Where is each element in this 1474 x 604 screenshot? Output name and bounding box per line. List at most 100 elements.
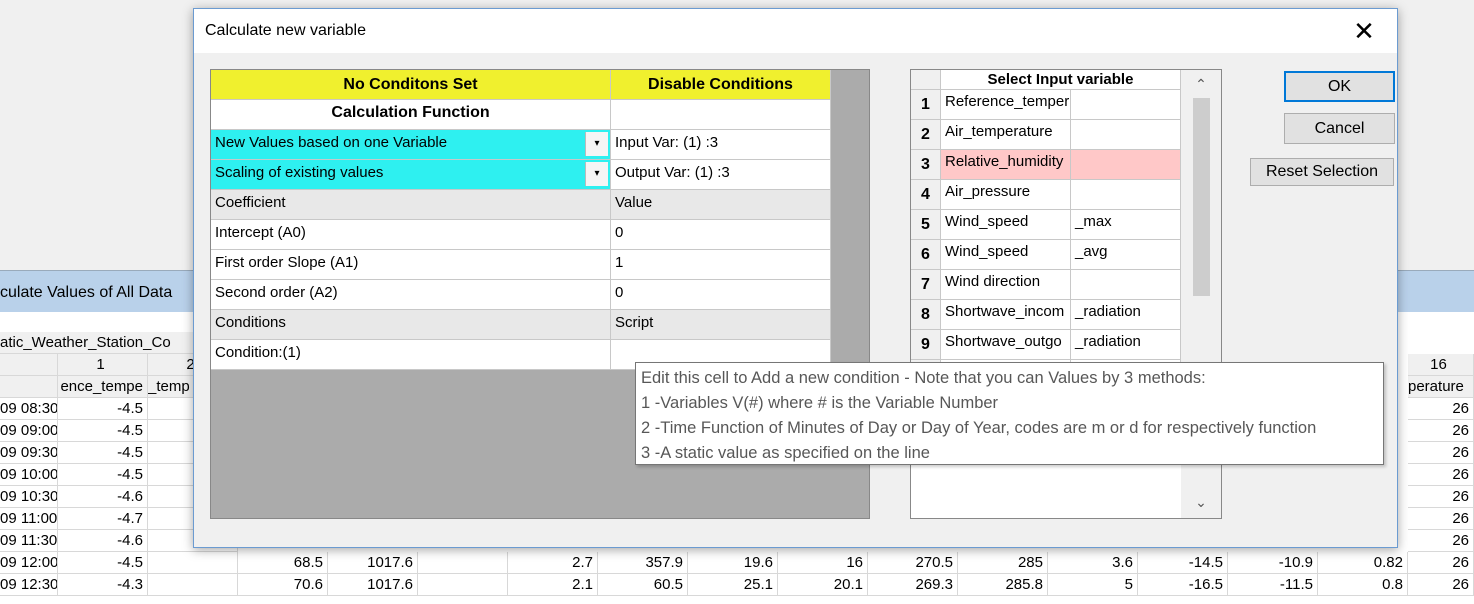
variable-number: 7 bbox=[911, 270, 941, 300]
variable-suffix[interactable]: _avg bbox=[1071, 240, 1181, 270]
row-value: 2.1 bbox=[508, 574, 598, 596]
variable-suffix[interactable] bbox=[1071, 270, 1181, 300]
conditions-status-header[interactable]: No Conditons Set bbox=[211, 70, 611, 100]
variable-name[interactable]: Reference_temper bbox=[941, 90, 1071, 120]
variable-suffix[interactable] bbox=[1071, 90, 1181, 120]
calculation-function-label: Calculation Function bbox=[211, 100, 611, 130]
variable-suffix[interactable] bbox=[1071, 150, 1181, 180]
variable-name[interactable]: Wind_speed bbox=[941, 240, 1071, 270]
variable-suffix[interactable] bbox=[1071, 180, 1181, 210]
variable-number: 2 bbox=[911, 120, 941, 150]
row-value: 26 bbox=[1408, 442, 1474, 464]
scroll-up-icon[interactable]: ⌃ bbox=[1191, 76, 1211, 96]
row-value: -16.5 bbox=[1138, 574, 1228, 596]
row-value: 26 bbox=[1408, 552, 1474, 574]
row-value: -4.3 bbox=[58, 574, 148, 596]
background-window-title: culate Values of All Data bbox=[0, 284, 173, 301]
row-value bbox=[148, 552, 238, 574]
variable-number: 6 bbox=[911, 240, 941, 270]
reset-selection-button[interactable]: Reset Selection bbox=[1250, 158, 1394, 186]
row-value: -4.6 bbox=[58, 530, 148, 552]
row-value: -4.7 bbox=[58, 508, 148, 530]
variable-number: 4 bbox=[911, 180, 941, 210]
dialog-title: Calculate new variable bbox=[205, 22, 366, 39]
condition-help-tooltip: Edit this cell to Add a new condition - … bbox=[635, 362, 1384, 465]
variable-name[interactable]: Wind direction bbox=[941, 270, 1071, 300]
script-header: Script bbox=[611, 310, 831, 340]
row-value: 0.8 bbox=[1318, 574, 1408, 596]
row-value: -4.6 bbox=[58, 486, 148, 508]
chevron-down-icon[interactable]: ▾ bbox=[585, 132, 608, 156]
row-value: 270.5 bbox=[868, 552, 958, 574]
row-value: 26 bbox=[1408, 508, 1474, 530]
row-value: 5 bbox=[1048, 574, 1138, 596]
coefficient-name: First order Slope (A1) bbox=[211, 250, 611, 280]
variable-number: 5 bbox=[911, 210, 941, 240]
variable-name[interactable]: Relative_humidity bbox=[941, 150, 1071, 180]
col-name: ence_tempe bbox=[58, 376, 148, 398]
mode-select-value: Scaling of existing values bbox=[215, 164, 384, 181]
row-value: 1017.6 bbox=[328, 552, 418, 574]
variable-suffix[interactable]: _max bbox=[1071, 210, 1181, 240]
tooltip-line: 2 -Time Function of Minutes of Day or Da… bbox=[641, 419, 1317, 437]
row-value: 60.5 bbox=[598, 574, 688, 596]
row-time: 09 10:00 bbox=[0, 464, 58, 486]
chevron-down-icon[interactable]: ▾ bbox=[585, 162, 608, 186]
row-time: 09 11:00 bbox=[0, 508, 58, 530]
dialog-titlebar: Calculate new variable ✕ bbox=[194, 9, 1397, 53]
row-time: 09 12:30 bbox=[0, 574, 58, 596]
row-value: 285 bbox=[958, 552, 1048, 574]
row-value: 26 bbox=[1408, 530, 1474, 552]
row-time: 09 12:00 bbox=[0, 552, 58, 574]
col-number: 16 bbox=[1408, 354, 1474, 376]
input-var-label: Input Var: (1) :3 bbox=[611, 130, 831, 160]
row-time: 09 09:00 bbox=[0, 420, 58, 442]
variable-number: 8 bbox=[911, 300, 941, 330]
scroll-down-icon[interactable]: ⌄ bbox=[1191, 494, 1211, 514]
row-value: 68.5 bbox=[238, 552, 328, 574]
variable-name[interactable]: Wind_speed bbox=[941, 210, 1071, 240]
disable-conditions-button[interactable]: Disable Conditions bbox=[611, 70, 831, 100]
row-value: 285.8 bbox=[958, 574, 1048, 596]
variable-suffix[interactable] bbox=[1071, 120, 1181, 150]
row-value: -4.5 bbox=[58, 398, 148, 420]
coefficient-value[interactable]: 1 bbox=[611, 250, 831, 280]
row-value: 26 bbox=[1408, 464, 1474, 486]
row-value: -4.5 bbox=[58, 420, 148, 442]
row-value: -11.5 bbox=[1228, 574, 1318, 596]
coefficient-header: Coefficient bbox=[211, 190, 611, 220]
scroll-thumb[interactable] bbox=[1193, 98, 1210, 296]
row-value: -14.5 bbox=[1138, 552, 1228, 574]
variable-name[interactable]: Shortwave_outgo bbox=[941, 330, 1071, 360]
row-value: 0.82 bbox=[1318, 552, 1408, 574]
condition-row-label: Condition:(1) bbox=[211, 340, 611, 370]
select-input-variable-header: Select Input variable bbox=[941, 70, 1181, 90]
coefficient-value[interactable]: 0 bbox=[611, 280, 831, 310]
ok-button[interactable]: OK bbox=[1284, 71, 1395, 102]
row-value: -4.5 bbox=[58, 552, 148, 574]
variable-suffix[interactable]: _radiation bbox=[1071, 330, 1181, 360]
conditions-header: Conditions bbox=[211, 310, 611, 340]
row-value bbox=[148, 574, 238, 596]
row-time: 09 09:30 bbox=[0, 442, 58, 464]
mode-select[interactable]: Scaling of existing values ▾ bbox=[211, 160, 611, 190]
row-value: 2.7 bbox=[508, 552, 598, 574]
row-value: 26 bbox=[1408, 574, 1474, 596]
row-time: 09 10:30 bbox=[0, 486, 58, 508]
row-value: 70.6 bbox=[238, 574, 328, 596]
variable-suffix[interactable]: _radiation bbox=[1071, 300, 1181, 330]
row-value bbox=[418, 574, 508, 596]
row-value: 1017.6 bbox=[328, 574, 418, 596]
variable-name[interactable]: Air_pressure bbox=[941, 180, 1071, 210]
variable-name[interactable]: Air_temperature bbox=[941, 120, 1071, 150]
function-select[interactable]: New Values based on one Variable ▾ bbox=[211, 130, 611, 160]
col-name: perature bbox=[1408, 376, 1474, 398]
tooltip-line: Edit this cell to Add a new condition - … bbox=[641, 369, 1206, 387]
variable-number: 1 bbox=[911, 90, 941, 120]
variable-name[interactable]: Shortwave_incom bbox=[941, 300, 1071, 330]
coefficient-value[interactable]: 0 bbox=[611, 220, 831, 250]
close-icon[interactable]: ✕ bbox=[1344, 15, 1384, 47]
calculate-variable-dialog: Calculate new variable ✕ No Conditons Se… bbox=[193, 8, 1398, 548]
cancel-button[interactable]: Cancel bbox=[1284, 113, 1395, 144]
variable-number: 3 bbox=[911, 150, 941, 180]
